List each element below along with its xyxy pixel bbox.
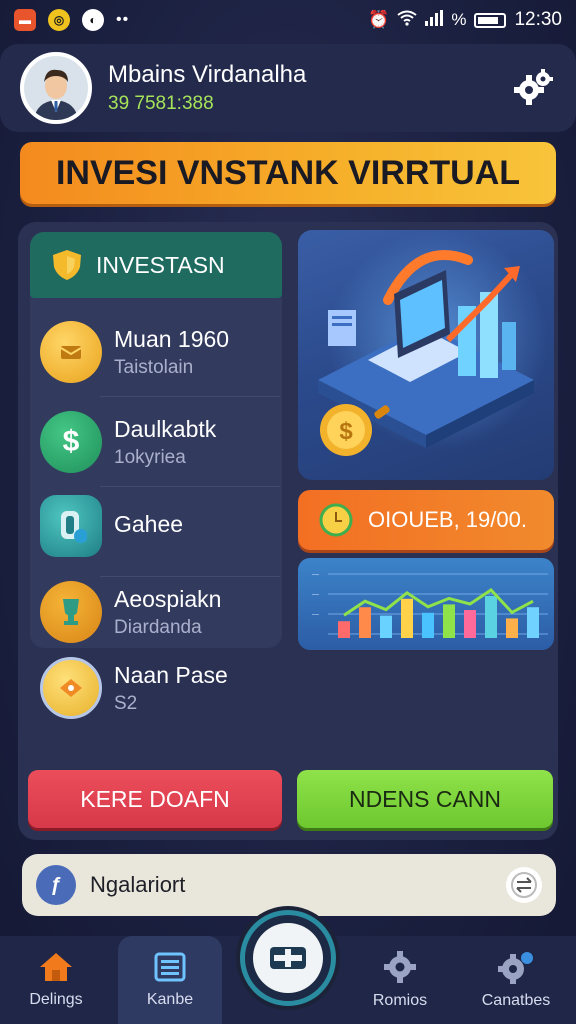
center-action-button[interactable] [240, 910, 336, 1006]
nav-item-home[interactable]: Delings [4, 936, 108, 1024]
transfer-icon [270, 947, 306, 969]
list-item-title: Daulkabtk [114, 415, 217, 442]
home-icon [40, 953, 72, 981]
chart-bar [422, 612, 434, 638]
list-item[interactable]: Aeospiakn Diardanda [38, 572, 278, 652]
search-action-button[interactable] [506, 867, 542, 903]
search-icon: ƒ [36, 865, 76, 905]
profile-header: Mbains Virdanalha 39 7581:388 [0, 44, 576, 132]
clock: 12:30 [514, 9, 562, 30]
alarm-icon: ⏰ [368, 10, 390, 29]
nav-label: Canatbes [481, 992, 551, 1009]
svg-text:—: — [312, 611, 319, 618]
investment-title: INVESTASN [96, 251, 225, 278]
chart-svg: — — — [312, 571, 548, 638]
chart-bar [527, 607, 539, 638]
list-item[interactable]: Muan 1960 Taistolain [38, 312, 278, 392]
coin-notification-icon: ◎ [48, 9, 70, 31]
mini-chart[interactable]: — — — [298, 558, 554, 650]
coin-icon [40, 321, 102, 383]
card-icon [40, 495, 102, 557]
banner-title: INVESI VNSTANK VIRRTUAL [55, 153, 521, 192]
list-item-subtitle: S2 [114, 692, 138, 714]
red-action-button[interactable]: KERE DOAFN [28, 770, 282, 828]
list-item-subtitle: 1okyriea [114, 446, 186, 468]
shield-icon [53, 250, 81, 280]
green-action-label: NDENS CANN [348, 785, 502, 812]
search-bar[interactable]: ƒ Ngalariort [22, 854, 556, 916]
investment-illustration: $ [298, 230, 554, 480]
main-panel: INVESTASN Muan 1960 Taistolain $ Daulkab… [18, 222, 558, 840]
svg-text:—: — [312, 571, 319, 578]
list-item-title: Naan Pase [114, 661, 228, 688]
nav-label: Kanbe [146, 991, 194, 1008]
status-bar: ▬ ◎ ◐ •• ⏰ % 12:30 [0, 0, 576, 40]
amount-label: OIOUEB, 19/00. [368, 507, 527, 532]
chart-bar [401, 598, 413, 638]
list-item-subtitle: Taistolain [114, 356, 194, 378]
svg-text:—: — [312, 591, 319, 598]
chart-bar [506, 618, 518, 638]
list-icon [154, 952, 186, 982]
user-name: Mbains Virdanalha [108, 61, 307, 88]
list-item-title: Gahee [114, 510, 184, 537]
chart-bar [464, 610, 476, 638]
promo-banner[interactable]: INVESI VNSTANK VIRRTUAL [20, 142, 556, 204]
chart-bar [338, 621, 350, 638]
nav-item-gear[interactable]: Romios [348, 936, 452, 1024]
settings-button[interactable] [510, 65, 556, 111]
chart-bar [485, 596, 497, 638]
chart-bar [359, 607, 371, 638]
badge-icon [40, 657, 102, 719]
clock-icon [319, 503, 353, 537]
list-item[interactable]: $ Daulkabtk 1okyriea [38, 402, 278, 482]
signal-icon [425, 9, 444, 31]
divider [100, 396, 280, 397]
nav-item-list[interactable]: Kanbe [118, 936, 222, 1024]
trophy-icon [40, 581, 102, 643]
settings-icon [498, 952, 533, 984]
list-item-title: Muan 1960 [114, 325, 230, 352]
battery-percent: % [451, 10, 467, 29]
user-balance: 39 7581:388 [108, 93, 214, 114]
avatar[interactable] [20, 52, 92, 124]
investment-header: INVESTASN [30, 232, 282, 298]
list-item[interactable]: Naan Pase S2 [38, 648, 278, 728]
svg-text:$: $ [339, 418, 353, 445]
nav-label: Romios [372, 992, 428, 1009]
gear-icon [384, 951, 416, 983]
list-item-subtitle: Diardanda [114, 616, 202, 638]
investment-list-panel: INVESTASN Muan 1960 Taistolain $ Daulkab… [30, 232, 282, 648]
nav-item-settings[interactable]: Canatbes [464, 936, 568, 1024]
battery-icon [474, 12, 507, 28]
app-notification-icon: ▬ [14, 9, 36, 31]
list-item-title: Aeospiakn [114, 585, 222, 612]
amount-button[interactable]: OIOUEB, 19/00. [298, 490, 554, 550]
more-notifications-icon: •• [116, 11, 130, 28]
gear-icon [514, 69, 553, 105]
nav-label: Delings [29, 991, 83, 1008]
whatsapp-notification-icon: ◐ [82, 9, 104, 31]
red-action-label: KERE DOAFN [80, 785, 230, 812]
list-item[interactable]: Gahee [38, 486, 278, 566]
chart-bar [380, 615, 392, 638]
wifi-icon [397, 10, 417, 31]
chart-bar [443, 604, 455, 638]
dollar-icon: $ [40, 411, 102, 473]
search-input[interactable]: Ngalariort [90, 872, 185, 898]
swap-icon [511, 872, 537, 898]
green-action-button[interactable]: NDENS CANN [297, 770, 553, 828]
